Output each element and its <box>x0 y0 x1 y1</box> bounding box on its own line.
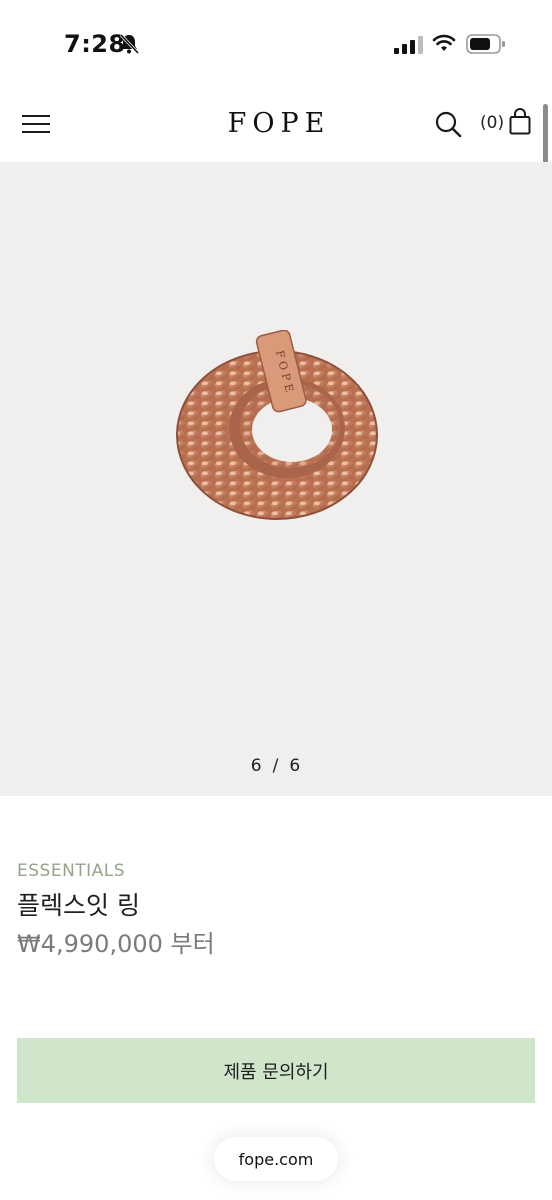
site-header: FOPE (0) <box>0 90 552 162</box>
gallery-separator: / <box>272 756 280 776</box>
shopping-bag-icon[interactable] <box>509 107 531 135</box>
status-bar: 7:28 <box>0 0 552 90</box>
product-image-ring: F O P E <box>176 330 378 520</box>
status-time: 7:28 <box>64 30 126 58</box>
search-icon[interactable] <box>434 110 462 138</box>
product-name: 플렉스잇 링 <box>17 891 140 920</box>
brand-logo[interactable]: FOPE <box>0 108 552 139</box>
gallery-total: 6 <box>289 756 302 776</box>
product-category[interactable]: ESSENTIALS <box>17 861 125 881</box>
gallery-counter: 6 / 6 <box>0 756 552 776</box>
wifi-icon <box>432 34 456 51</box>
product-image-gallery[interactable]: F O P E 6 / 6 <box>0 162 552 796</box>
bell-slash-icon <box>119 33 140 55</box>
browser-url-pill[interactable]: fope.com <box>214 1137 338 1181</box>
battery-icon <box>466 34 505 54</box>
cart-count[interactable]: (0) <box>480 113 504 133</box>
cellular-signal-icon <box>394 36 423 54</box>
product-price: ₩4,990,000 부터 <box>17 930 215 958</box>
gallery-current: 6 <box>250 756 263 776</box>
product-inquiry-button[interactable]: 제품 문의하기 <box>17 1038 535 1103</box>
